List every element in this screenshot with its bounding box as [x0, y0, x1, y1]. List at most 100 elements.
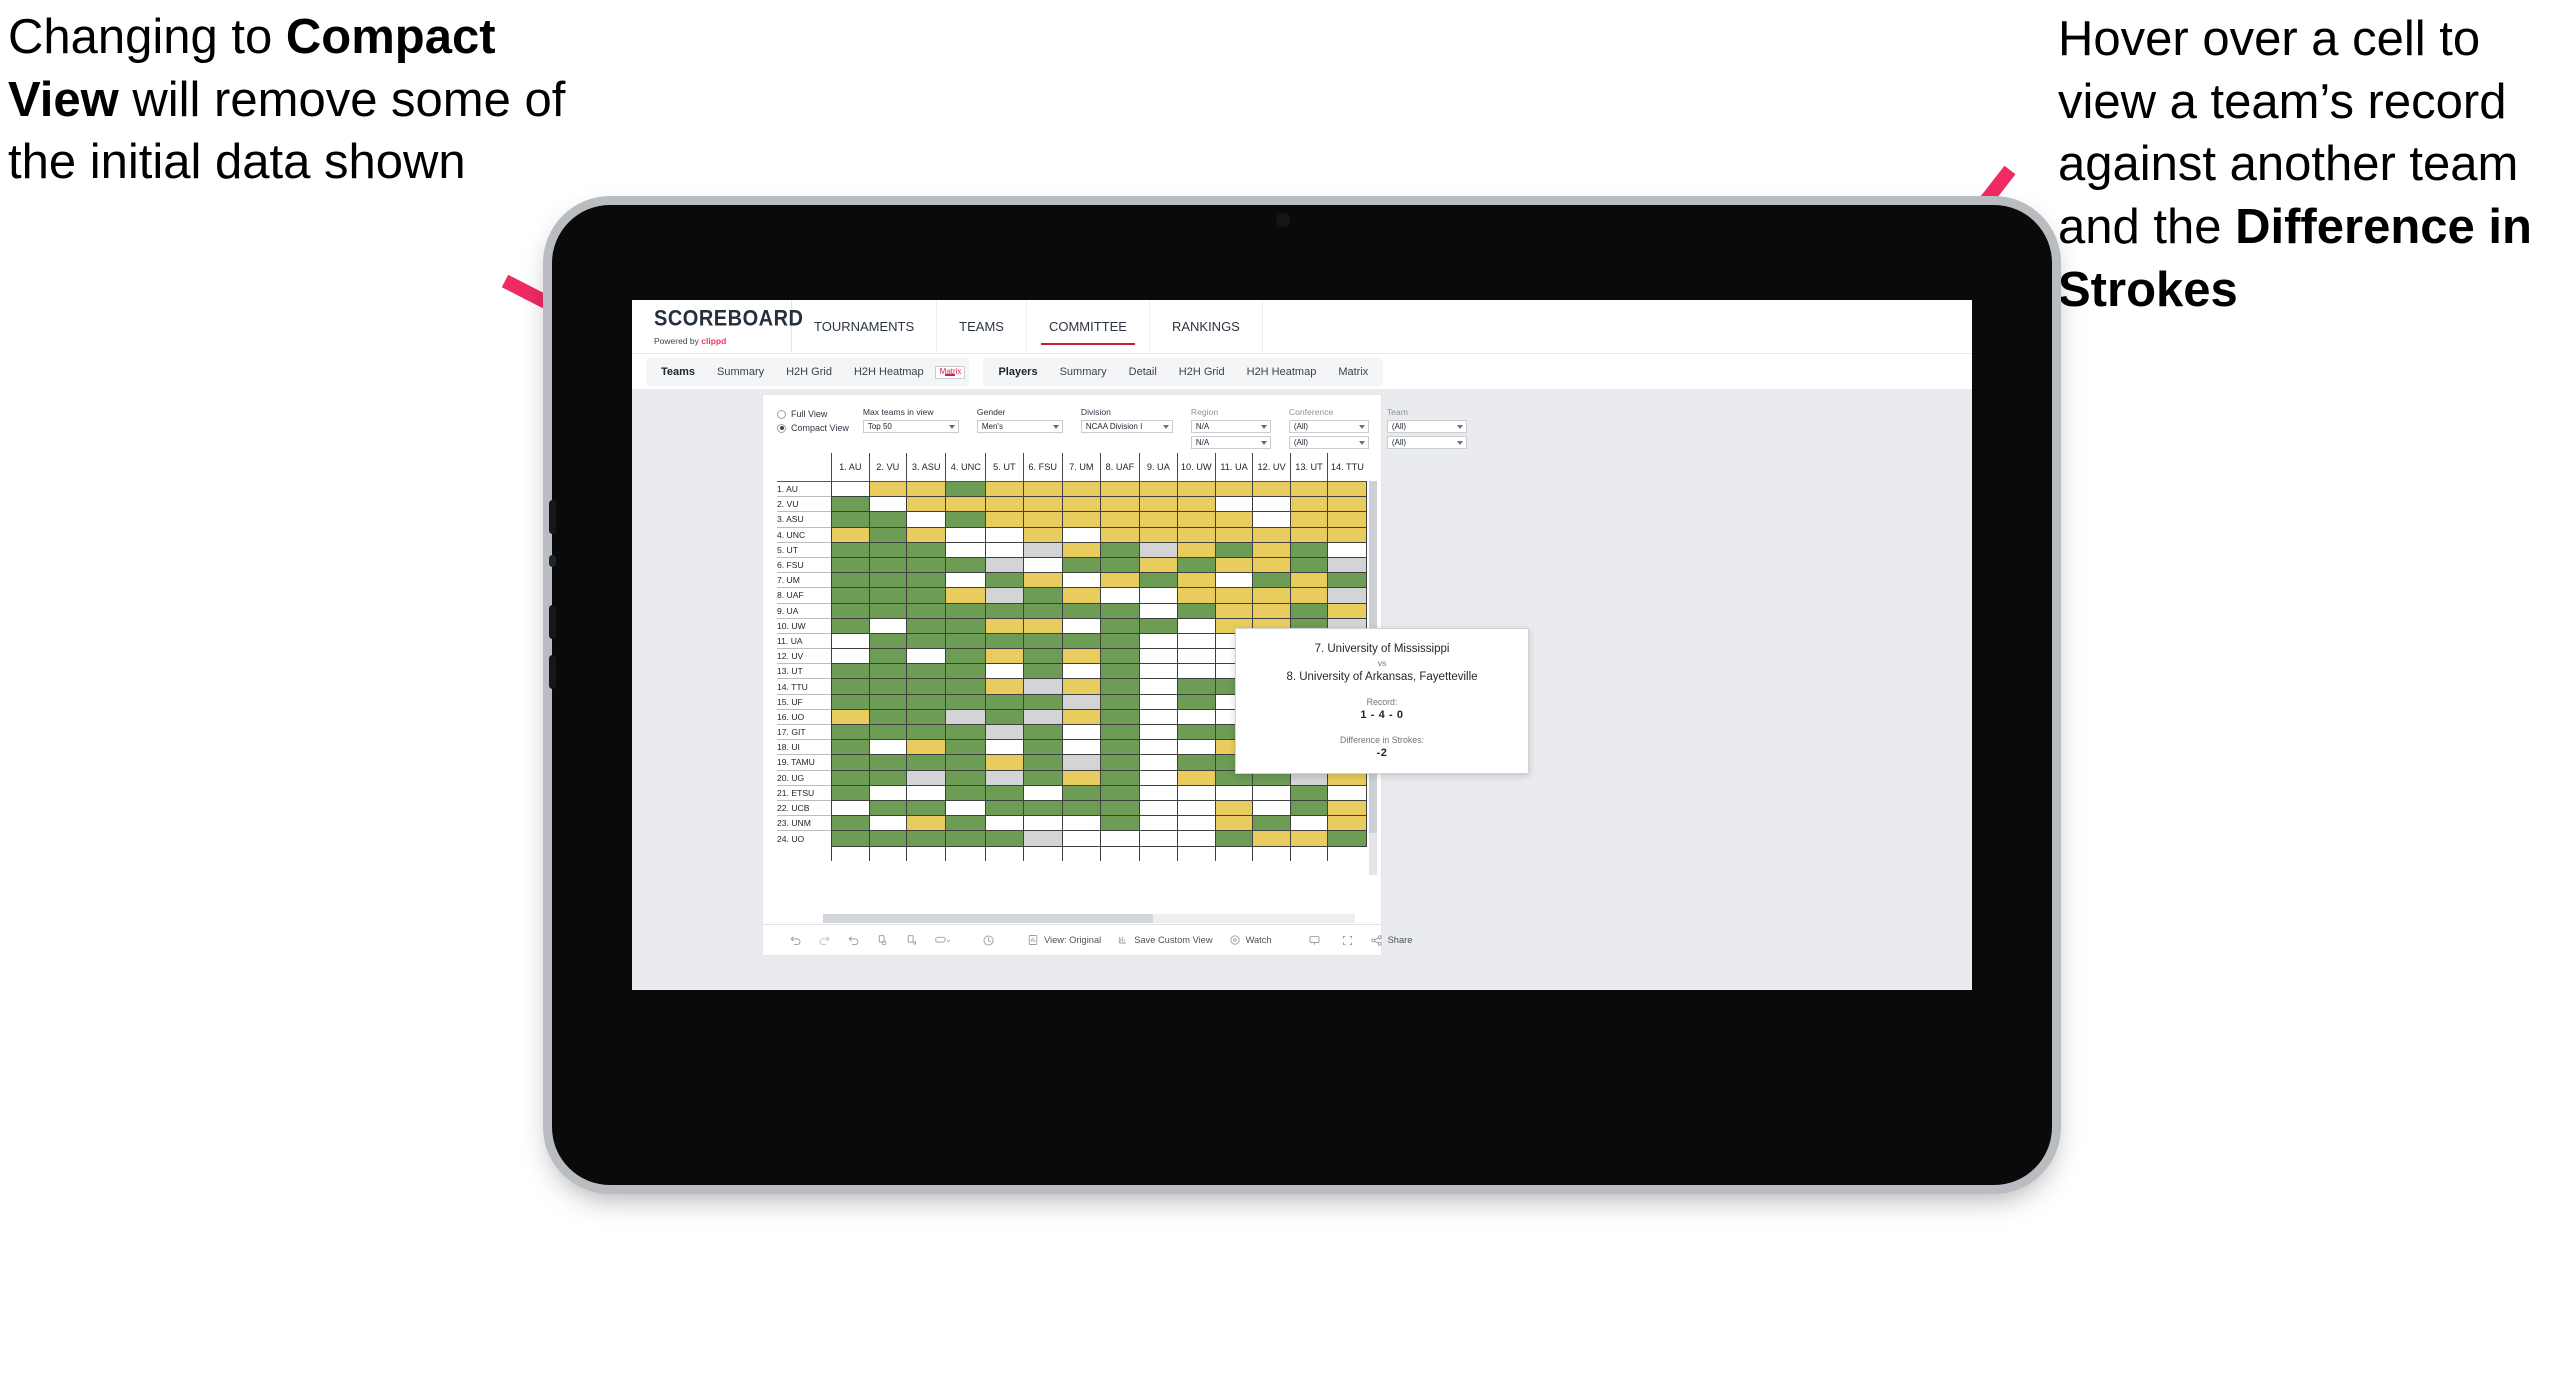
matrix-cell[interactable] [945, 754, 987, 771]
matrix-cell[interactable] [1061, 572, 1101, 589]
matrix-cell[interactable] [945, 739, 987, 756]
matrix-cell[interactable] [1099, 480, 1141, 498]
matrix-cell[interactable] [985, 617, 1024, 634]
matrix-cell[interactable] [1061, 799, 1101, 817]
matrix-cell[interactable] [1099, 708, 1141, 726]
matrix-cell[interactable] [1061, 541, 1101, 558]
matrix-cell[interactable] [985, 541, 1024, 558]
filter-conference-select[interactable]: (All) [1288, 420, 1369, 433]
matrix-cell[interactable] [868, 587, 908, 604]
matrix-cell[interactable] [1176, 830, 1216, 847]
matrix-cell[interactable] [945, 541, 987, 558]
matrix-cell[interactable] [868, 784, 908, 801]
filter-max-teams-select[interactable]: Top 50 [862, 420, 959, 433]
matrix-cell[interactable] [1139, 723, 1178, 741]
matrix-cell[interactable] [1327, 587, 1367, 604]
matrix-cell[interactable] [985, 769, 1024, 786]
matrix-cell[interactable] [1214, 556, 1254, 574]
matrix-cell[interactable] [831, 617, 870, 634]
matrix-cell[interactable] [1214, 480, 1254, 498]
matrix-cell[interactable] [1099, 541, 1141, 558]
filter-gender-select[interactable]: Men's [976, 420, 1063, 433]
matrix-cell[interactable] [985, 587, 1024, 604]
matrix-cell[interactable] [905, 648, 947, 665]
topnav-item-committee[interactable]: COMMITTEE [1027, 300, 1150, 353]
matrix-cell[interactable] [1327, 541, 1367, 558]
matrix-cell[interactable] [831, 754, 870, 771]
matrix-cell[interactable] [831, 496, 870, 513]
matrix-cell[interactable] [868, 511, 908, 528]
matrix-cell[interactable] [945, 572, 987, 589]
matrix-cell[interactable] [1061, 815, 1101, 832]
matrix-cell[interactable] [985, 526, 1024, 543]
volume-down-button[interactable] [549, 605, 556, 639]
matrix-cell[interactable] [1099, 617, 1141, 634]
matrix-cell[interactable] [1176, 815, 1216, 832]
matrix-cell[interactable] [1099, 556, 1141, 574]
brand-logo[interactable]: SCOREBOARD Powered by clippd [632, 300, 803, 353]
matrix-cell[interactable] [1139, 678, 1178, 695]
matrix-cell[interactable] [1289, 511, 1329, 528]
matrix-cell[interactable] [945, 617, 987, 634]
matrix-cell[interactable] [1061, 480, 1101, 498]
matrix-cell[interactable] [1022, 799, 1063, 817]
matrix-cell[interactable] [945, 830, 987, 847]
matrix-cell[interactable] [831, 556, 870, 574]
pause-icon[interactable] [982, 934, 995, 947]
matrix-cell[interactable] [1099, 648, 1141, 665]
matrix-cell[interactable] [1214, 496, 1254, 513]
matrix-horizontal-scroll-thumb[interactable] [823, 914, 1153, 923]
matrix-cell[interactable] [1022, 693, 1063, 710]
matrix-cell[interactable] [905, 556, 947, 574]
matrix-cell[interactable] [1022, 632, 1063, 650]
matrix-cell[interactable] [945, 632, 987, 650]
matrix-cell[interactable] [1022, 617, 1063, 634]
matrix-cell[interactable] [1139, 480, 1178, 498]
matrix-cell[interactable] [1252, 784, 1291, 801]
matrix-cell[interactable] [1252, 799, 1291, 817]
matrix-cell[interactable] [1139, 511, 1178, 528]
matrix-cell[interactable] [1099, 693, 1141, 710]
pause-auto-update-icon[interactable] [905, 934, 918, 947]
matrix-cell[interactable] [1327, 830, 1367, 847]
matrix-cell[interactable] [1289, 556, 1329, 574]
matrix-cell[interactable] [945, 815, 987, 832]
matrix-cell[interactable] [1022, 480, 1063, 498]
matrix-cell[interactable] [1099, 723, 1141, 741]
matrix-cell[interactable] [868, 480, 908, 498]
matrix-cell[interactable] [1289, 799, 1329, 817]
matrix-cell[interactable] [1176, 663, 1216, 680]
matrix-cell[interactable] [868, 799, 908, 817]
matrix-cell[interactable] [831, 693, 870, 710]
matrix-cell[interactable] [905, 496, 947, 513]
matrix-cell[interactable] [1061, 511, 1101, 528]
matrix-cell[interactable] [905, 769, 947, 786]
matrix-cell[interactable] [1061, 723, 1101, 741]
matrix-cell[interactable] [1022, 769, 1063, 786]
matrix-cell[interactable] [831, 723, 870, 741]
matrix-cell[interactable] [1252, 480, 1291, 498]
matrix-cell[interactable] [831, 572, 870, 589]
matrix-cell[interactable] [1099, 572, 1141, 589]
matrix-cell[interactable] [831, 526, 870, 543]
matrix-cell[interactable] [1022, 784, 1063, 801]
matrix-cell[interactable] [1099, 815, 1141, 832]
matrix-cell[interactable] [1289, 496, 1329, 513]
matrix-cell[interactable] [1252, 815, 1291, 832]
topnav-item-tournaments[interactable]: TOURNAMENTS [792, 300, 938, 353]
matrix-cell[interactable] [1176, 754, 1216, 771]
matrix-cell[interactable] [1139, 587, 1178, 604]
matrix-cell[interactable] [868, 602, 908, 619]
matrix-cell[interactable] [868, 648, 908, 665]
matrix-cell[interactable] [1214, 830, 1254, 847]
matrix-cell[interactable] [905, 799, 947, 817]
matrix-cell[interactable] [1022, 556, 1063, 574]
matrix-cell[interactable] [1022, 496, 1063, 513]
matrix-cell[interactable] [1176, 648, 1216, 665]
matrix-cell[interactable] [945, 511, 987, 528]
matrix-cell[interactable] [1061, 769, 1101, 786]
matrix-cell[interactable] [905, 708, 947, 726]
matrix-cell[interactable] [1139, 663, 1178, 680]
matrix-cell[interactable] [1022, 739, 1063, 756]
subnav-item-players-summary[interactable]: Summary [1049, 358, 1118, 386]
